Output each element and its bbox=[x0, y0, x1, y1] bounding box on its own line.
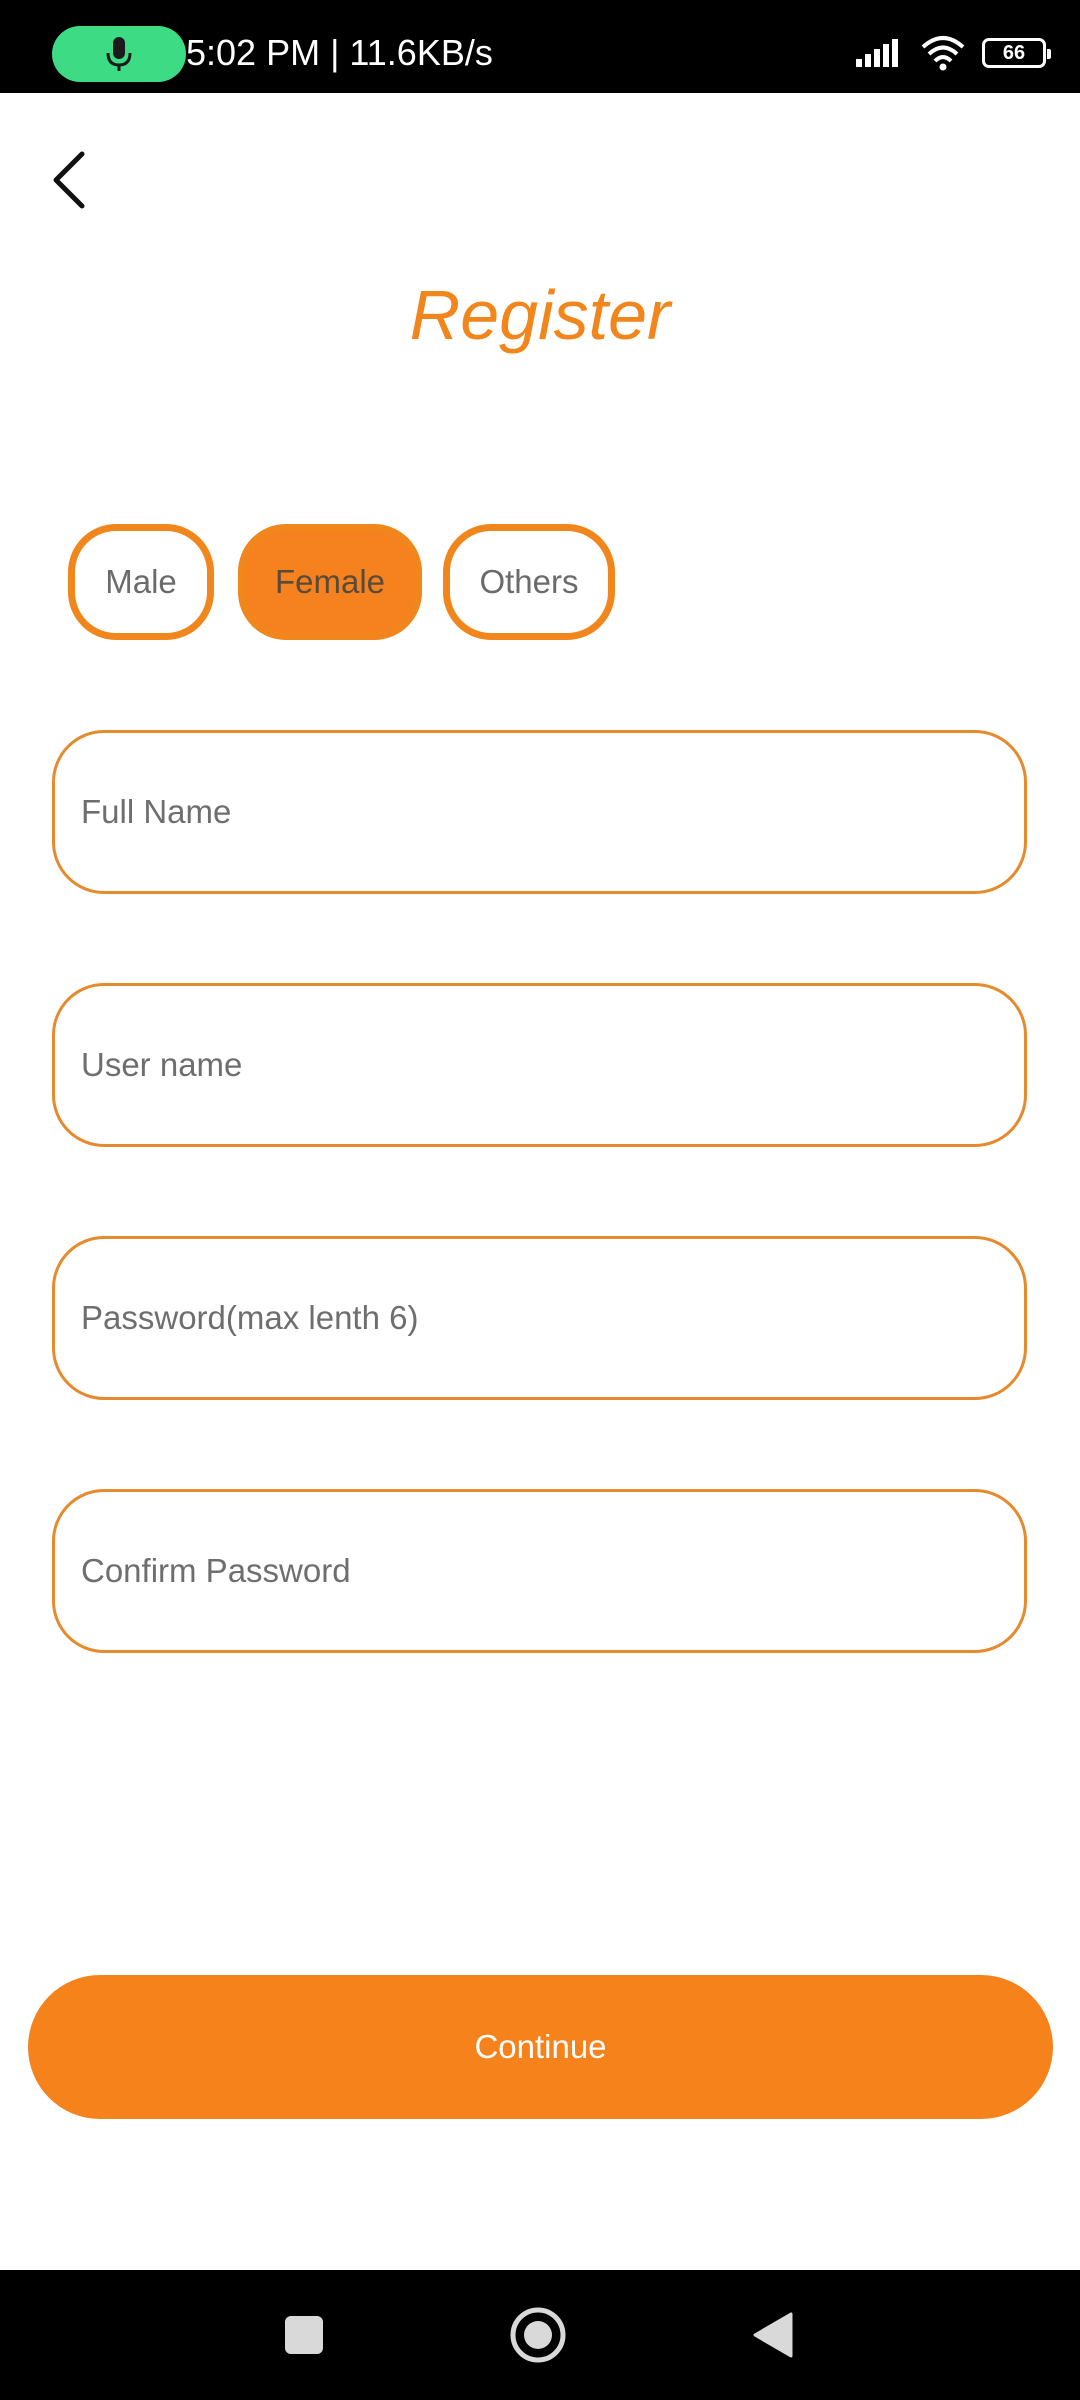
status-bar: 5:02 PM | 11.6KB/s 66 bbox=[0, 0, 1080, 93]
back-button[interactable] bbox=[28, 140, 108, 220]
continue-button[interactable]: Continue bbox=[28, 1975, 1053, 2119]
mic-icon bbox=[106, 37, 132, 71]
triangle-back-icon bbox=[753, 2312, 793, 2358]
gender-option-others[interactable]: Others bbox=[443, 524, 615, 640]
register-screen: 5:02 PM | 11.6KB/s 66 Register Male Fema… bbox=[0, 0, 1080, 2400]
gender-option-male[interactable]: Male bbox=[68, 524, 214, 640]
password-input[interactable] bbox=[81, 1299, 1024, 1337]
confirm-password-field[interactable] bbox=[52, 1489, 1027, 1653]
status-icons: 66 bbox=[854, 30, 1051, 76]
battery-level: 66 bbox=[1002, 41, 1026, 64]
system-nav-bar bbox=[0, 2270, 1080, 2400]
home-circle-icon bbox=[510, 2307, 566, 2363]
password-field[interactable] bbox=[52, 1236, 1027, 1400]
username-input[interactable] bbox=[81, 1046, 1024, 1084]
battery-icon: 66 bbox=[982, 38, 1051, 68]
wifi-icon bbox=[921, 36, 965, 71]
chevron-left-icon bbox=[53, 151, 85, 209]
status-time-speed: 5:02 PM | 11.6KB/s bbox=[186, 32, 493, 73]
full-name-field[interactable] bbox=[52, 730, 1027, 894]
mic-indicator bbox=[52, 26, 186, 82]
page-title: Register bbox=[409, 276, 671, 354]
square-icon bbox=[285, 2316, 323, 2354]
username-field[interactable] bbox=[52, 983, 1027, 1147]
signal-icon bbox=[856, 39, 898, 67]
nav-back-button[interactable] bbox=[738, 2300, 808, 2370]
confirm-password-input[interactable] bbox=[81, 1552, 1024, 1590]
gender-option-female[interactable]: Female bbox=[238, 524, 422, 640]
recents-button[interactable] bbox=[269, 2300, 339, 2370]
home-button[interactable] bbox=[503, 2300, 573, 2370]
full-name-input[interactable] bbox=[81, 793, 1024, 831]
